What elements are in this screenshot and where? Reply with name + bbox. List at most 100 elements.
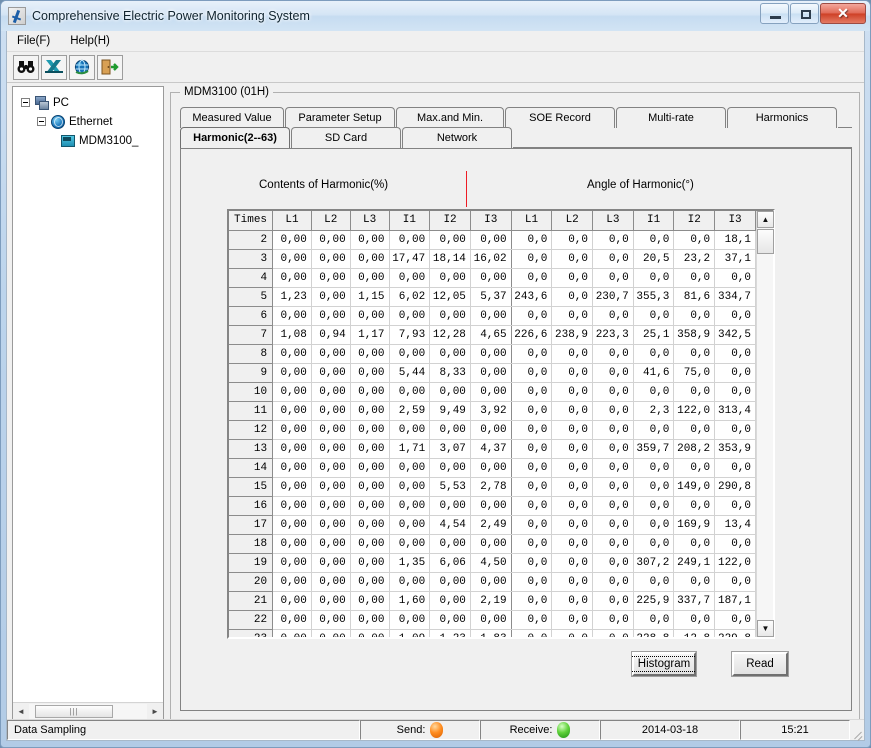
table-cell[interactable]: 0,00 (470, 458, 512, 478)
table-cell[interactable]: 0,00 (272, 249, 312, 269)
table-row[interactable]: 8 0,00 0,00 0,00 0,00 0,00 0,00 0,0 0,0 0,0 0,0 0,0… (229, 344, 756, 364)
table-row[interactable]: 7 1,08 0,94 1,17 7,93 12,28 4,65 226,6 238,9 223,… (229, 325, 756, 345)
table-cell[interactable]: 0,00 (350, 401, 390, 421)
table-cell[interactable]: 41,6 (633, 363, 675, 383)
table-cell[interactable]: 0,0 (592, 515, 634, 535)
table-cell[interactable]: 0,0 (592, 268, 634, 288)
table-cell[interactable]: 0,00 (470, 344, 512, 364)
table-cell[interactable]: 0,0 (551, 610, 594, 630)
table-cell[interactable]: 0,00 (470, 230, 512, 250)
table-cell[interactable]: 0,00 (389, 268, 431, 288)
table-cell[interactable]: 0,00 (470, 382, 512, 402)
table-cell[interactable]: 0,0 (633, 268, 675, 288)
table-cell[interactable]: 0,0 (511, 344, 553, 364)
table-cell[interactable]: 337,7 (673, 591, 716, 611)
table-cell[interactable]: 0,00 (350, 344, 390, 364)
table-cell[interactable]: 0,00 (311, 610, 351, 630)
table-cell[interactable]: 0,00 (389, 306, 431, 326)
table-cell[interactable]: 0,0 (633, 230, 675, 250)
table-cell[interactable]: 0,0 (673, 458, 716, 478)
menu-help[interactable]: Help(H) (67, 33, 119, 50)
table-cell[interactable]: 0,00 (470, 496, 512, 516)
toolbar-export-button[interactable] (41, 54, 67, 80)
table-cell[interactable]: 0,00 (311, 515, 351, 535)
table-cell[interactable]: 0,00 (272, 572, 312, 592)
table-cell[interactable]: 1,60 (389, 591, 431, 611)
table-cell[interactable]: 0,0 (633, 496, 675, 516)
table-cell[interactable]: 0,00 (470, 268, 512, 288)
table-cell[interactable]: 0,00 (311, 572, 351, 592)
tab-multi-rate[interactable]: Multi-rate (616, 107, 726, 128)
table-cell[interactable]: 0,0 (714, 268, 756, 288)
table-cell[interactable]: 187,1 (714, 591, 756, 611)
table-cell[interactable]: 228,8 (633, 629, 675, 637)
table-cell[interactable]: 0,0 (714, 306, 756, 326)
table-cell[interactable]: 0,00 (350, 629, 390, 637)
table-cell[interactable]: 0,00 (470, 610, 512, 630)
table-cell[interactable]: 12,28 (429, 325, 471, 345)
table-vertical-scrollbar[interactable]: ▲ ▼ (756, 211, 774, 637)
table-cell[interactable]: 307,2 (633, 553, 675, 573)
row-header-cell[interactable]: 18 (229, 534, 274, 554)
table-cell[interactable]: 0,00 (311, 439, 351, 459)
scroll-down-arrow-icon[interactable]: ▼ (757, 620, 774, 637)
row-header-cell[interactable]: 17 (229, 515, 274, 535)
table-cell[interactable]: 1,83 (470, 629, 512, 637)
tree-node-mdm3100[interactable]: MDM3100_ (19, 131, 163, 150)
tree-node-pc[interactable]: PC (19, 93, 163, 112)
column-header[interactable]: Times (229, 211, 274, 231)
table-cell[interactable]: 0,00 (389, 420, 431, 440)
toolbar-exit-button[interactable] (97, 54, 123, 80)
table-cell[interactable]: 0,00 (311, 382, 351, 402)
row-header-cell[interactable]: 13 (229, 439, 274, 459)
column-header[interactable]: I1 (633, 211, 675, 231)
table-cell[interactable]: 0,00 (272, 230, 312, 250)
table-cell[interactable]: 0,00 (272, 477, 312, 497)
scroll-left-arrow-icon[interactable]: ◄ (13, 704, 29, 719)
tree-horizontal-scrollbar[interactable]: ◄ ||| ► (13, 702, 163, 719)
tab-sd-card[interactable]: SD Card (291, 127, 401, 148)
table-cell[interactable]: 0,0 (551, 439, 594, 459)
table-cell[interactable]: 0,00 (311, 534, 351, 554)
table-cell[interactable]: 0,00 (272, 496, 312, 516)
table-cell[interactable]: 0,00 (272, 268, 312, 288)
table-cell[interactable]: 0,0 (673, 610, 716, 630)
tab-network[interactable]: Network (402, 127, 512, 148)
table-cell[interactable]: 0,0 (714, 572, 756, 592)
table-cell[interactable]: 0,00 (350, 610, 390, 630)
tab-parameter-setup[interactable]: Parameter Setup (285, 107, 395, 128)
row-header-cell[interactable]: 12 (229, 420, 274, 440)
table-cell[interactable]: 0,0 (592, 629, 634, 637)
table-cell[interactable]: 0,00 (272, 344, 312, 364)
table-cell[interactable]: 0,00 (389, 477, 431, 497)
column-header[interactable]: I2 (429, 211, 471, 231)
table-cell[interactable]: 0,00 (429, 458, 471, 478)
table-row[interactable]: 17 0,00 0,00 0,00 0,00 4,54 2,49 0,0 0,0 0,0 0,0 16… (229, 515, 756, 535)
table-cell[interactable]: 12,8 (673, 629, 716, 637)
table-cell[interactable]: 0,0 (592, 534, 634, 554)
table-cell[interactable]: 0,0 (511, 477, 553, 497)
table-cell[interactable]: 0,0 (714, 382, 756, 402)
table-cell[interactable]: 0,00 (350, 591, 390, 611)
column-header[interactable]: L2 (311, 211, 351, 231)
row-header-cell[interactable]: 3 (229, 249, 274, 269)
table-cell[interactable]: 353,9 (714, 439, 756, 459)
column-header[interactable]: L3 (592, 211, 634, 231)
table-cell[interactable]: 0,0 (551, 458, 594, 478)
table-row[interactable]: 12 0,00 0,00 0,00 0,00 0,00 0,00 0,0 0,0 0,0 0,0 0,… (229, 420, 756, 440)
table-cell[interactable]: 342,5 (714, 325, 756, 345)
table-cell[interactable]: 0,0 (714, 458, 756, 478)
table-cell[interactable]: 25,1 (633, 325, 675, 345)
toolbar-search-button[interactable] (13, 54, 39, 80)
table-cell[interactable]: 0,0 (551, 420, 594, 440)
table-cell[interactable]: 0,0 (511, 629, 553, 637)
table-cell[interactable]: 0,0 (551, 629, 594, 637)
row-header-cell[interactable]: 20 (229, 572, 274, 592)
table-cell[interactable]: 0,0 (511, 268, 553, 288)
table-cell[interactable]: 8,33 (429, 363, 471, 383)
table-cell[interactable]: 2,78 (470, 477, 512, 497)
table-cell[interactable]: 3,92 (470, 401, 512, 421)
table-row[interactable]: 230,000,000,001,091,231,830,00,00,0228,8… (229, 629, 756, 637)
scroll-right-arrow-icon[interactable]: ► (147, 704, 163, 719)
table-cell[interactable]: 0,0 (673, 344, 716, 364)
